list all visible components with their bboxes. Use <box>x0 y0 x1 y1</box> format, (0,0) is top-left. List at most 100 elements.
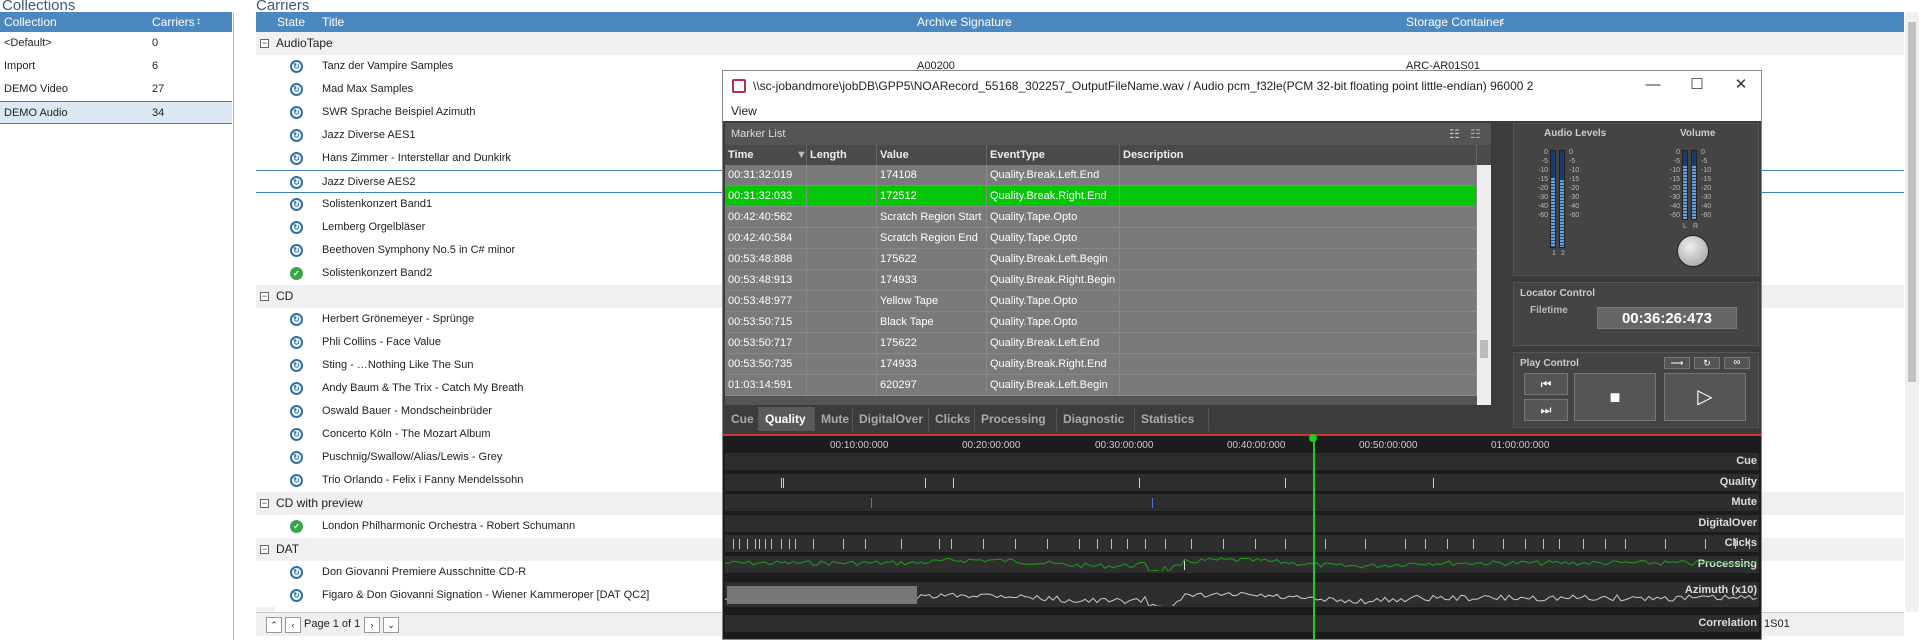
volume-knob[interactable] <box>1677 235 1709 267</box>
event-marker[interactable] <box>733 539 734 549</box>
window-titlebar[interactable]: \\sc-jobandmore\jobDB\GPP5\NOARecord_551… <box>723 71 1761 101</box>
minimize-icon[interactable]: — <box>1631 71 1675 101</box>
event-marker[interactable] <box>1605 539 1606 549</box>
first-page-button[interactable]: ⌃ <box>266 617 282 633</box>
event-marker[interactable] <box>813 539 814 549</box>
lane-cue[interactable]: Cue <box>725 453 1759 471</box>
col-value-header[interactable]: Value <box>877 145 987 165</box>
event-marker[interactable] <box>755 539 756 549</box>
lane-mute[interactable]: Mute <box>725 494 1759 512</box>
group-header[interactable]: − AudioTape <box>256 32 1904 55</box>
event-marker[interactable] <box>1191 539 1192 549</box>
tab-diagnostic[interactable]: Diagnostic <box>1057 407 1135 431</box>
lane-digitalover[interactable]: DigitalOver <box>725 514 1759 533</box>
lane-quality[interactable]: Quality <box>725 473 1759 492</box>
col-description-header[interactable]: Description <box>1120 145 1477 165</box>
event-marker[interactable] <box>953 477 954 488</box>
col-storage-header[interactable]: Storage Container <box>1406 12 1503 32</box>
sort-icon[interactable]: ↕ <box>1500 12 1505 32</box>
event-marker[interactable] <box>939 539 940 549</box>
collection-row[interactable]: Import 6 <box>0 55 232 78</box>
marker-row[interactable]: 00:53:50:715 Black Tape Quality.Tape.Opto <box>725 312 1477 333</box>
playhead[interactable] <box>1313 436 1315 639</box>
carriers-scrollbar[interactable] <box>1905 12 1919 612</box>
marker-row[interactable]: 00:42:40:584 Scratch Region End Quality.Ta… <box>725 228 1477 249</box>
event-marker[interactable] <box>925 477 926 488</box>
event-marker[interactable] <box>789 539 790 549</box>
event-marker[interactable] <box>1433 477 1434 488</box>
close-icon[interactable]: ✕ <box>1719 71 1761 101</box>
event-marker[interactable] <box>1152 498 1153 508</box>
event-marker[interactable] <box>1447 539 1448 549</box>
event-marker[interactable] <box>1525 539 1526 549</box>
panel-divider[interactable] <box>233 12 234 640</box>
event-marker[interactable] <box>1255 539 1256 549</box>
event-marker[interactable] <box>1559 539 1560 549</box>
col-carriers-header[interactable]: Carriers <box>152 12 195 32</box>
event-marker[interactable] <box>1079 539 1080 549</box>
play-icon[interactable]: ▷ <box>1664 373 1746 421</box>
event-marker[interactable] <box>1223 539 1224 549</box>
tab-mute[interactable]: Mute <box>815 407 853 431</box>
event-marker[interactable] <box>1583 539 1584 549</box>
col-state-header[interactable]: State <box>277 12 305 32</box>
event-marker[interactable] <box>747 539 748 549</box>
event-marker[interactable] <box>871 498 872 508</box>
col-archive-header[interactable]: Archive Signature <box>917 12 1012 32</box>
event-marker[interactable] <box>795 539 796 549</box>
sort-desc-icon[interactable]: ▼ <box>793 145 807 165</box>
col-collection-header[interactable]: Collection <box>4 12 57 32</box>
collapse-icon[interactable]: − <box>260 499 269 508</box>
timeline[interactable]: 00:10:00:000 00:20:00:000 00:30:00:000 00:4… <box>723 434 1761 639</box>
event-marker[interactable] <box>781 477 782 488</box>
event-marker[interactable] <box>901 539 902 549</box>
event-marker[interactable] <box>739 539 740 549</box>
col-eventtype-header[interactable]: EventType <box>987 145 1120 165</box>
lane-correlation[interactable]: Correlation <box>725 614 1759 633</box>
loop-infinite-icon[interactable]: ∞ <box>1724 357 1750 369</box>
event-marker[interactable] <box>983 539 984 549</box>
skip-forward-icon[interactable]: ⏭ <box>1524 399 1568 421</box>
collection-row[interactable]: <Default> 0 <box>0 32 232 55</box>
event-marker[interactable] <box>1665 539 1666 549</box>
event-marker[interactable] <box>771 539 772 549</box>
loop-once-icon[interactable]: ↻ <box>1694 357 1720 369</box>
next-page-button[interactable]: › <box>364 617 380 633</box>
marker-row[interactable]: 00:53:50:717 175622 Quality.Break.Left.End <box>725 333 1477 354</box>
event-marker[interactable] <box>1127 539 1128 549</box>
event-marker[interactable] <box>783 477 784 488</box>
marker-row[interactable]: 00:53:48:913 174933 Quality.Break.Right.Be… <box>725 270 1477 291</box>
event-marker[interactable] <box>765 539 766 549</box>
playhead-handle[interactable] <box>1309 434 1317 442</box>
scroll-thumb[interactable] <box>1480 340 1488 358</box>
maximize-icon[interactable]: ☐ <box>1675 71 1719 101</box>
sort-icon[interactable]: ↕ <box>196 12 201 32</box>
filetime-display[interactable]: 00:36:26:473 <box>1597 307 1737 329</box>
prev-page-button[interactable]: ‹ <box>285 617 301 633</box>
event-marker[interactable] <box>1285 477 1286 488</box>
col-length-header[interactable]: Length <box>807 145 877 165</box>
collapse-icon[interactable]: − <box>260 545 269 554</box>
scroll-thumb[interactable] <box>1908 22 1916 382</box>
col-title-header[interactable]: Title <box>322 12 344 32</box>
marker-row[interactable]: 00:31:32:033 172512 Quality.Break.Right.En… <box>725 186 1477 207</box>
event-marker[interactable] <box>1325 539 1326 549</box>
tab-clicks[interactable]: Clicks <box>929 407 975 431</box>
event-marker[interactable] <box>1625 539 1626 549</box>
menu-view[interactable]: View <box>731 101 757 121</box>
event-marker[interactable] <box>1111 539 1112 549</box>
collapse-icon[interactable]: − <box>260 292 269 301</box>
event-marker[interactable] <box>1735 539 1736 549</box>
tab-cue[interactable]: Cue <box>725 407 759 431</box>
event-marker[interactable] <box>1165 539 1166 549</box>
event-marker[interactable] <box>1473 539 1474 549</box>
filter-active-icon[interactable]: ☷ <box>1470 127 1481 141</box>
stop-icon[interactable]: ■ <box>1574 373 1656 421</box>
tab-statistics[interactable]: Statistics <box>1135 407 1209 431</box>
marker-row[interactable]: 00:53:50:735 174933 Quality.Break.Right.En… <box>725 354 1477 375</box>
marker-row[interactable]: 00:31:32:019 174108 Quality.Break.Left.End <box>725 165 1477 186</box>
marker-row[interactable]: 00:53:48:888 175622 Quality.Break.Left.Beg… <box>725 249 1477 270</box>
event-marker[interactable] <box>759 539 760 549</box>
event-marker[interactable] <box>1015 539 1016 549</box>
collection-row[interactable]: DEMO Audio 34 <box>0 101 232 124</box>
